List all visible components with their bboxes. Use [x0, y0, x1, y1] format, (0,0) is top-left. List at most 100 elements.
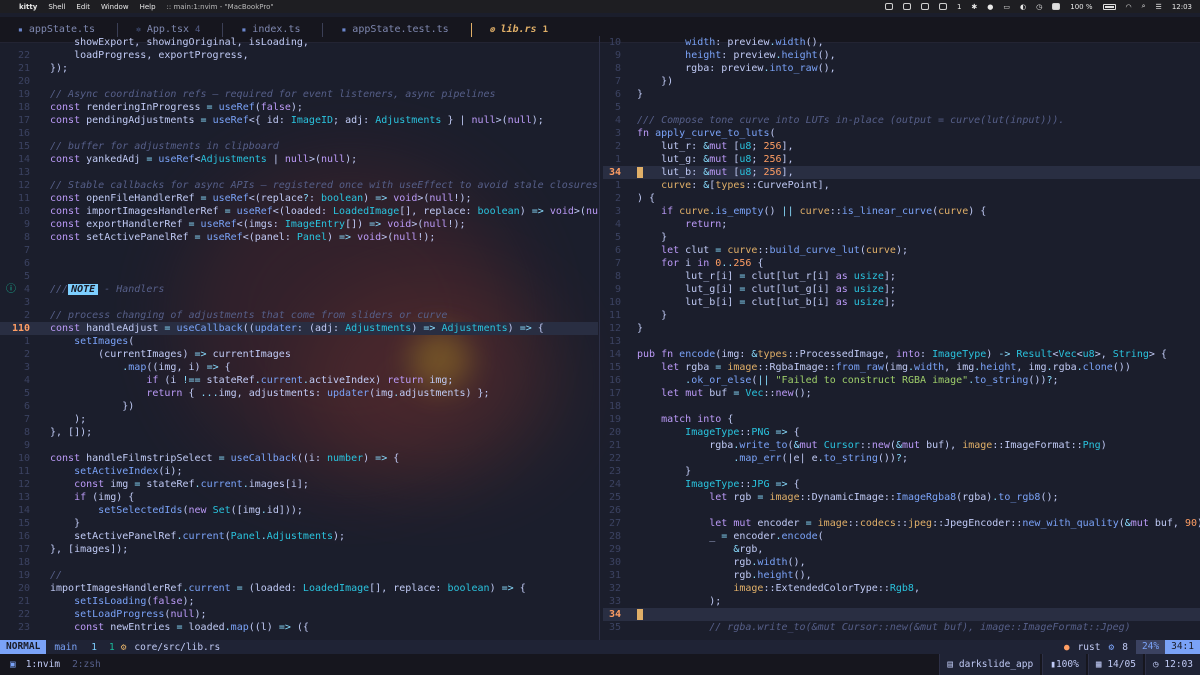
code-line[interactable]: 34 lut_b: &mut [u8; 256],: [603, 166, 1200, 179]
editor-pane-left[interactable]: showExport, showingOriginal, isLoading, 2…: [0, 36, 598, 640]
code-line[interactable]: 24 ImageType::JPG => {: [603, 478, 1200, 491]
code-line[interactable]: 13: [0, 166, 598, 179]
control-center-icon[interactable]: ☰: [1156, 3, 1162, 11]
menubar-time[interactable]: 12:03: [1172, 3, 1192, 11]
code-line[interactable]: 20: [0, 75, 598, 88]
code-line[interactable]: 15 let rgba = image::RgbaImage::from_raw…: [603, 361, 1200, 374]
code-line[interactable]: 20 ImageType::PNG => {: [603, 426, 1200, 439]
code-line[interactable]: 8}, []);: [0, 426, 598, 439]
screen-icon[interactable]: [920, 3, 929, 10]
code-line[interactable]: 5: [0, 270, 598, 283]
keyboard-icon[interactable]: [1052, 3, 1061, 10]
tmux-window-nvim[interactable]: 1:nvim: [20, 659, 66, 670]
code-line[interactable]: 22 setLoadProgress(null);: [0, 608, 598, 621]
code-line[interactable]: 12 const img = stateRef.current.images[i…: [0, 478, 598, 491]
code-line[interactable]: 6 let clut = curve::build_curve_lut(curv…: [603, 244, 1200, 257]
code-line[interactable]: 3 fn apply_curve_to_luts(: [603, 127, 1200, 140]
code-line[interactable]: 7 }): [603, 75, 1200, 88]
code-line[interactable]: showExport, showingOriginal, isLoading,: [0, 36, 598, 49]
code-line[interactable]: 7 for i in 0..256 {: [603, 257, 1200, 270]
code-line[interactable]: 8 lut_r[i] = clut[lut_r[i] as usize];: [603, 270, 1200, 283]
code-line[interactable]: 18: [603, 400, 1200, 413]
code-line[interactable]: 1 setImages(: [0, 335, 598, 348]
code-line[interactable]: 17 let mut buf = Vec::new();: [603, 387, 1200, 400]
code-line[interactable]: 31 rgb.height(),: [603, 569, 1200, 582]
focus-icon[interactable]: ◐: [1020, 3, 1026, 11]
clock-icon[interactable]: ◷: [1036, 3, 1042, 11]
code-line[interactable]: 10 width: preview.width(),: [603, 36, 1200, 49]
code-line[interactable]: 4///NOTE - Handlers ⓘ: [0, 283, 598, 296]
code-line[interactable]: 15 // buffer for adjustments in clipboard: [0, 140, 598, 153]
code-line[interactable]: 11 const openFileHandlerRef = useRef<(rep…: [0, 192, 598, 205]
code-line[interactable]: 110 const handleAdjust = useCallback((upd…: [0, 322, 598, 335]
code-line[interactable]: 5 return { ...img, adjustments: updater(…: [0, 387, 598, 400]
code-line[interactable]: 4 /// Compose tone curve into LUTs in-pla…: [603, 114, 1200, 127]
code-line[interactable]: 2) {: [603, 192, 1200, 205]
code-line[interactable]: 13: [603, 335, 1200, 348]
code-line[interactable]: 8 const setActivePanelRef = useRef<(panel…: [0, 231, 598, 244]
code-line[interactable]: 35 // rgba.write_to(&mut Cursor::new(&mu…: [603, 621, 1200, 634]
code-line[interactable]: 21 setIsLoading(false);: [0, 595, 598, 608]
code-line[interactable]: 34: [603, 608, 1200, 621]
clipboard-icon[interactable]: [902, 3, 911, 10]
code-line[interactable]: 16: [0, 127, 598, 140]
code-line[interactable]: 12 // Stable callbacks for async APIs — r…: [0, 179, 598, 192]
editor-pane-right[interactable]: 10 width: preview.width(), 9 height: prev…: [603, 36, 1200, 640]
code-line[interactable]: 19 match into {: [603, 413, 1200, 426]
wifi-icon[interactable]: ◠: [1126, 3, 1132, 11]
code-line[interactable]: 32 image::ExtendedColorType::Rgb8,: [603, 582, 1200, 595]
code-line[interactable]: 22 loadProgress, exportProgress,: [0, 49, 598, 62]
code-line[interactable]: 13 if (img) {: [0, 491, 598, 504]
code-line[interactable]: 9 height: preview.height(),: [603, 49, 1200, 62]
code-line[interactable]: 18: [0, 556, 598, 569]
code-line[interactable]: 7 );: [0, 413, 598, 426]
search-icon[interactable]: ⌕: [1142, 2, 1146, 11]
code-line[interactable]: 5 }: [603, 231, 1200, 244]
code-line[interactable]: 15 }: [0, 517, 598, 530]
code-line[interactable]: 6 }): [0, 400, 598, 413]
battery-icon[interactable]: [1102, 3, 1116, 10]
code-line[interactable]: 10 const importImagesHandlerRef = useRef<…: [0, 205, 598, 218]
code-line[interactable]: 5: [603, 101, 1200, 114]
code-line[interactable]: 6: [0, 257, 598, 270]
bluetooth-icon[interactable]: ✱: [971, 3, 977, 11]
stats-icon[interactable]: [938, 3, 947, 10]
code-line[interactable]: 25 let rgb = image::DynamicImage::ImageR…: [603, 491, 1200, 504]
code-line[interactable]: 14 setSelectedIds(new Set([img.id]));: [0, 504, 598, 517]
code-line[interactable]: 30 rgb.width(),: [603, 556, 1200, 569]
code-line[interactable]: 7: [0, 244, 598, 257]
code-line[interactable]: 9 lut_g[i] = clut[lut_g[i] as usize];: [603, 283, 1200, 296]
code-line[interactable]: 19 //: [0, 569, 598, 582]
code-line[interactable]: 12}: [603, 322, 1200, 335]
code-line[interactable]: 11 }: [603, 309, 1200, 322]
code-line[interactable]: 27 let mut encoder = image::codecs::jpeg…: [603, 517, 1200, 530]
code-line[interactable]: 3: [0, 296, 598, 309]
menu-edit[interactable]: Edit: [76, 3, 90, 11]
status-app-icon[interactable]: [884, 3, 893, 10]
code-line[interactable]: 33 );: [603, 595, 1200, 608]
mic-icon[interactable]: ●: [987, 3, 993, 11]
code-line[interactable]: 16 setActivePanelRef.current(Panel.Adjus…: [0, 530, 598, 543]
code-line[interactable]: 14 const yankedAdj = useRef<Adjustments |…: [0, 153, 598, 166]
code-line[interactable]: 18 const renderingInProgress = useRef(fal…: [0, 101, 598, 114]
code-line[interactable]: 19 // Async coordination refs — required …: [0, 88, 598, 101]
code-line[interactable]: 2 lut_r: &mut [u8; 256],: [603, 140, 1200, 153]
code-line[interactable]: 28 _ = encoder.encode(: [603, 530, 1200, 543]
code-line[interactable]: 23 const newEntries = loaded.map((l) => …: [0, 621, 598, 634]
menu-help[interactable]: Help: [140, 3, 156, 11]
code-line[interactable]: 1 lut_g: &mut [u8; 256],: [603, 153, 1200, 166]
code-line[interactable]: 3 .map((img, i) => {: [0, 361, 598, 374]
code-line[interactable]: 8 rgba: preview.into_raw(),: [603, 62, 1200, 75]
code-line[interactable]: 2 (currentImages) => currentImages: [0, 348, 598, 361]
code-line[interactable]: 6}: [603, 88, 1200, 101]
code-line[interactable]: 20 importImagesHandlerRef.current = (load…: [0, 582, 598, 595]
code-line[interactable]: 2 // process changing of adjustments that…: [0, 309, 598, 322]
code-line[interactable]: 11 setActiveIndex(i);: [0, 465, 598, 478]
code-line[interactable]: 9: [0, 439, 598, 452]
code-line[interactable]: 17}, [images]);: [0, 543, 598, 556]
code-line[interactable]: 4 if (i !== stateRef.current.activeIndex…: [0, 374, 598, 387]
code-line[interactable]: 10 lut_b[i] = clut[lut_b[i] as usize];: [603, 296, 1200, 309]
code-line[interactable]: 1 curve: &[types::CurvePoint],: [603, 179, 1200, 192]
tmux-window-zsh[interactable]: 2:zsh: [66, 659, 107, 670]
code-line[interactable]: 3 if curve.is_empty() || curve::is_linea…: [603, 205, 1200, 218]
